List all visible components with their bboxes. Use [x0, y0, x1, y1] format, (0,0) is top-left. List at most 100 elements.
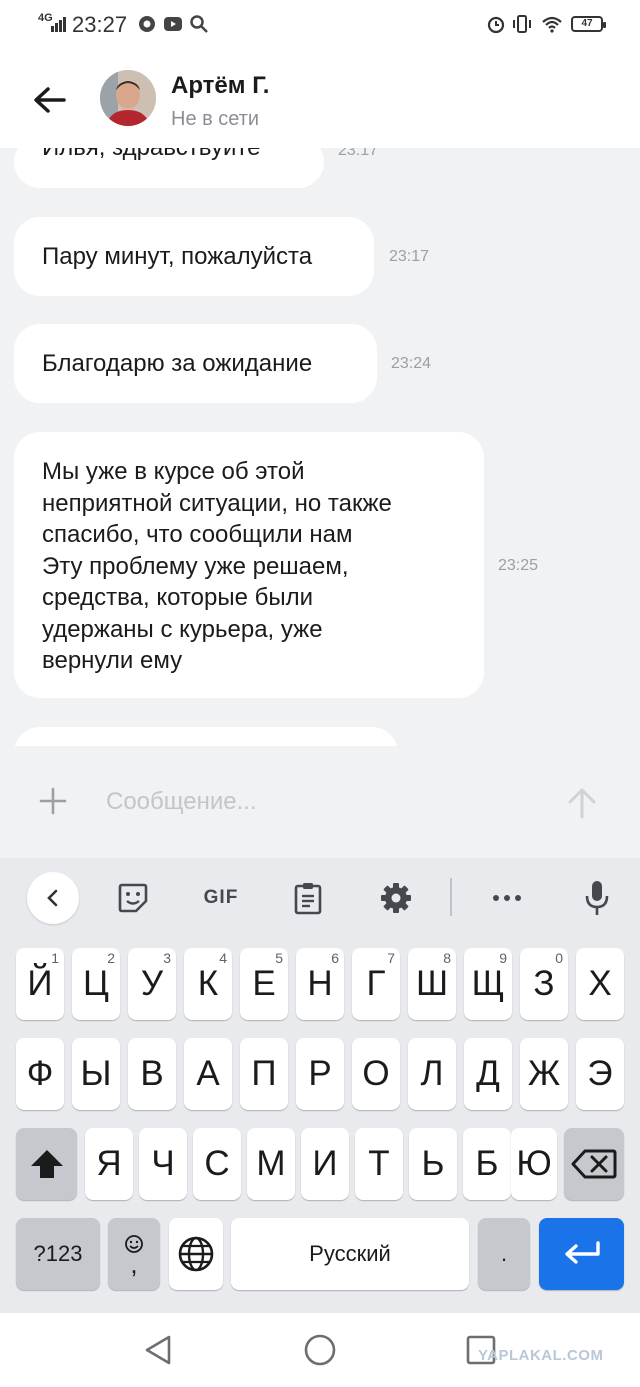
microphone-icon [585, 881, 609, 915]
send-arrow-icon[interactable] [566, 786, 598, 820]
key[interactable]: Ь [409, 1128, 457, 1200]
message-line: неприятной ситуации, но также [42, 489, 392, 517]
key[interactable]: Ч [139, 1128, 187, 1200]
key[interactable]: Й1 [16, 948, 64, 1020]
gif-label: GIF [203, 887, 239, 908]
nav-home-icon[interactable] [303, 1333, 337, 1367]
enter-arrow-icon [564, 1241, 600, 1264]
status-bar: 4G 23:27 47 [0, 0, 640, 50]
message-time: 23:17 [338, 148, 379, 159]
message-time: 23:24 [391, 355, 432, 372]
key[interactable]: Ю [511, 1128, 557, 1200]
message-bubble[interactable]: Илья, здравствуйте [14, 148, 324, 188]
backspace-icon [571, 1149, 617, 1179]
message-line: вернули ему [42, 647, 183, 674]
message-text: Илья, здравствуйте [42, 148, 260, 161]
enter-key[interactable] [539, 1218, 624, 1290]
key[interactable]: О [352, 1038, 400, 1110]
shift-arrow-icon [30, 1150, 63, 1178]
more-button[interactable] [484, 872, 530, 924]
nav-back-icon[interactable] [141, 1333, 175, 1367]
key[interactable]: Г7 [352, 948, 400, 1020]
key[interactable]: З0 [520, 948, 568, 1020]
key[interactable]: Т [355, 1128, 403, 1200]
chrome-icon [139, 16, 155, 32]
message-bubble[interactable]: Мы уже в курсе об этой неприятной ситуац… [14, 432, 484, 698]
message-line: Эту проблему уже решаем, [42, 552, 349, 580]
signal-icon [51, 17, 66, 32]
backspace-key[interactable] [564, 1128, 624, 1200]
message-composer [0, 746, 640, 858]
language-key[interactable] [169, 1218, 223, 1290]
message-time: 23:25 [498, 557, 539, 574]
key[interactable]: С [193, 1128, 241, 1200]
key[interactable]: Ц2 [72, 948, 120, 1020]
space-key[interactable]: Русский [231, 1218, 469, 1290]
key[interactable]: А [184, 1038, 232, 1110]
status-time: 23:27 [72, 12, 128, 37]
clipboard-icon [294, 883, 322, 915]
message-line: Мы уже в курсе об этой [42, 458, 305, 485]
key[interactable]: У3 [128, 948, 176, 1020]
gif-button[interactable]: GIF [196, 872, 246, 924]
message-line: удержаны с курьера, уже [42, 615, 323, 643]
message-text: Пару минут, пожалуйста [42, 243, 313, 270]
key[interactable]: Б [463, 1128, 511, 1200]
voice-input-button[interactable] [574, 872, 620, 924]
message-bubble[interactable]: Благодарю за ожидание [14, 324, 377, 403]
toolbar-divider [450, 878, 452, 916]
key[interactable]: Л [408, 1038, 456, 1110]
keyboard: GIF Й 1 Ц 2 У 3 К 4 Е 5 Н 6 Г 7 Ш 8 Щ 9 … [0, 858, 640, 1313]
chat-header: Артём Г. Не в сети [0, 50, 640, 148]
emoji-comma-key[interactable]: , [108, 1218, 160, 1290]
contact-status: Не в сети [171, 108, 260, 130]
message-text: Благодарю за ожидание [42, 350, 313, 377]
youtube-icon [164, 17, 182, 31]
avatar[interactable] [100, 70, 156, 126]
key[interactable]: Ф [16, 1038, 64, 1110]
message-line: средства, которые были [42, 584, 314, 611]
symbols-key[interactable]: ?123 [16, 1218, 100, 1290]
message-time: 23:17 [389, 248, 430, 265]
key[interactable]: Р [296, 1038, 344, 1110]
watermark: YAPLAKAL.COM [478, 1347, 604, 1364]
message-bubble[interactable]: Пару минут, пожалуйста [14, 217, 374, 296]
back-arrow-icon[interactable] [28, 80, 72, 120]
sticker-icon [118, 883, 148, 913]
chevron-left-icon [47, 889, 58, 907]
key[interactable]: Н6 [296, 948, 344, 1020]
message-bubble-partial[interactable] [14, 727, 398, 746]
key[interactable]: Д [464, 1038, 512, 1110]
system-navigation-bar: YAPLAKAL.COM [0, 1313, 640, 1387]
sticker-button[interactable] [110, 872, 156, 924]
key[interactable]: М [247, 1128, 295, 1200]
key[interactable]: Х [576, 948, 624, 1020]
contact-name[interactable]: Артём Г. [171, 72, 269, 100]
globe-icon [178, 1236, 214, 1272]
clipboard-button[interactable] [285, 872, 331, 924]
key[interactable]: Щ9 [464, 948, 512, 1020]
key[interactable]: Ы [72, 1038, 120, 1110]
period-key[interactable]: . [478, 1218, 530, 1290]
search-icon [190, 15, 208, 33]
keyboard-collapse-button[interactable] [27, 872, 79, 924]
key[interactable]: В [128, 1038, 176, 1110]
vibrate-icon [513, 15, 531, 33]
key[interactable]: П [240, 1038, 288, 1110]
alarm-icon [487, 16, 505, 34]
key[interactable]: К4 [184, 948, 232, 1020]
shift-key[interactable] [16, 1128, 77, 1200]
wifi-icon [542, 16, 562, 33]
key[interactable]: Я [85, 1128, 133, 1200]
key[interactable]: Ш8 [408, 948, 456, 1020]
settings-button[interactable] [373, 872, 419, 924]
key[interactable]: Ж [520, 1038, 568, 1110]
message-input[interactable] [106, 782, 526, 822]
attach-plus-icon[interactable] [38, 786, 68, 816]
key[interactable]: Е5 [240, 948, 288, 1020]
key[interactable]: Э [576, 1038, 624, 1110]
more-dots-icon [493, 895, 521, 901]
message-list[interactable]: Илья, здравствуйте 23:17 Пару минут, пож… [0, 148, 640, 746]
gear-icon [381, 883, 411, 913]
key[interactable]: И [301, 1128, 349, 1200]
